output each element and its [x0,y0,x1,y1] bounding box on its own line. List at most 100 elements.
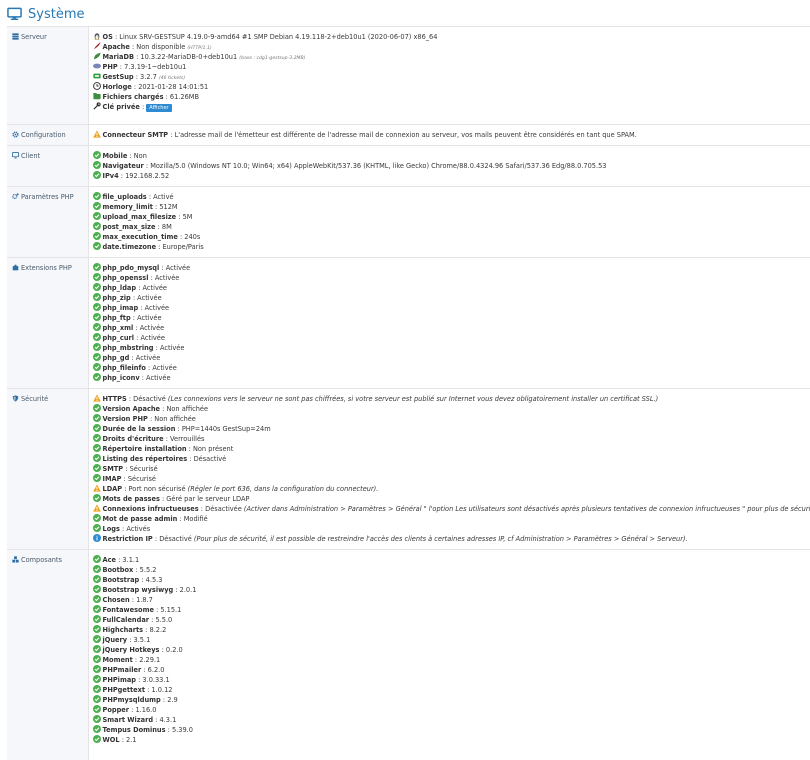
row-serveur: Serveur OS : Linux SRV-GESTSUP 4.19.0-9-… [7,27,810,125]
info-key: PHP [103,63,118,71]
info-line: Mot de passe admin : Modifié [93,514,810,524]
info-value: 3.0.33.1 [142,676,169,684]
check-circle-icon [93,695,101,703]
info-value: 6.2.0 [148,666,165,674]
info-value: 8M [162,223,172,231]
row-securite: Sécurité HTTPS : Désactivé (Les connexio… [7,389,810,550]
info-line: jQuery : 3.5.1 [93,635,810,645]
info-key: Listing des répertoires [103,455,188,463]
info-line: php_mbstring : Activée [93,343,810,353]
info-line: memory_limit : 512M [93,202,810,212]
info-key: php_xml [103,324,134,332]
info-value: 8.2.2 [150,626,167,634]
info-key: memory_limit [103,203,153,211]
check-circle-icon [93,635,101,643]
info-value: Linux SRV-GESTSUP 4.19.0-9-amd64 #1 SMP … [119,33,437,41]
info-line: php_pdo_mysql : Activée [93,263,810,273]
info-line: file_uploads : Activé [93,192,810,202]
info-value: 5M [183,213,193,221]
info-line: GestSup : 3.2.7 (46 tickets) [93,72,810,82]
info-line: Navigateur : Mozilla/5.0 (Windows NT 10.… [93,161,810,171]
info-key: PHPimap [103,676,136,684]
info-value: Sécurisé [130,465,158,473]
info-key: Highcharts [103,626,144,634]
info-key: Horloge [103,83,132,91]
check-circle-icon [93,303,101,311]
info-key: Clé privée [103,103,140,111]
row-client: Client Mobile : NonNavigateur : Mozilla/… [7,146,810,187]
info-value: 2.9 [167,696,178,704]
info-line: Highcharts : 8.2.2 [93,625,810,635]
info-value: Désactivé [133,395,166,403]
check-circle-icon [93,373,101,381]
info-key: upload_max_filesize [103,213,177,221]
warning-icon [93,130,101,138]
check-circle-icon [93,585,101,593]
info-value: Non [134,152,147,160]
check-circle-icon [93,735,101,743]
section-content-client: Mobile : NonNavigateur : Mozilla/5.0 (Wi… [88,146,810,187]
info-key: php_openssl [103,274,149,282]
info-value: Désactivée [205,505,242,513]
info-value: Activée [160,344,184,352]
info-value: Activée [143,284,167,292]
info-line: Bootbox : 5.5.2 [93,565,810,575]
info-value: L'adresse mail de l'émetteur est différe… [175,131,637,139]
section-label-parametres-php: Paramètres PHP [7,187,88,258]
info-key: FullCalendar [103,616,150,624]
info-key: php_pdo_mysql [103,264,160,272]
feather-icon [93,42,101,50]
info-line: Restriction IP : Désactivé (Pour plus de… [93,534,810,544]
info-note: (Régler le port 636, dans la configurati… [188,485,379,493]
info-key: IPv4 [103,172,119,180]
section-label-client: Client [7,146,88,187]
info-line: PHP : 7.3.19-1~deb10u1 [93,62,810,72]
info-line: Droits d'écriture : Verrouillés [93,434,810,444]
info-key: php_curl [103,334,135,342]
server-icon [12,33,19,40]
info-line: max_execution_time : 240s [93,232,810,242]
info-value: 1.16.0 [135,706,156,714]
info-value: 240s [184,233,200,241]
check-circle-icon [93,605,101,613]
linux-icon [93,32,101,40]
check-circle-icon [93,323,101,331]
info-line: php_iconv : Activée [93,373,810,383]
info-value: 3.5.1 [134,636,151,644]
check-circle-icon [93,192,101,200]
info-value: Géré par le serveur LDAP [166,495,249,503]
check-circle-icon [93,283,101,291]
info-key: Répertoire installation [103,445,187,453]
info-line: MariaDB : 10.3.22-MariaDB-0+deb10u1 (bas… [93,52,810,62]
info-key: PHPmailer [103,666,142,674]
info-value: Activée [145,304,169,312]
check-circle-icon [93,273,101,281]
info-key: HTTPS [103,395,127,403]
info-line: Durée de la session : PHP=1440s GestSup=… [93,424,810,434]
check-circle-icon [93,474,101,482]
files-icon [93,92,101,100]
info-key: php_ldap [103,284,137,292]
info-key: Durée de la session [103,425,176,433]
desktop-icon [12,152,19,159]
check-circle-icon [93,675,101,683]
info-key: OS [103,33,113,41]
check-circle-icon [93,524,101,532]
info-line: PHPmysqldump : 2.9 [93,695,810,705]
check-circle-icon [93,333,101,341]
info-line: FullCalendar : 5.5.0 [93,615,810,625]
section-content-extensions-php: php_pdo_mysql : Activéephp_openssl : Act… [88,258,810,389]
check-circle-icon [93,313,101,321]
check-circle-icon [93,464,101,472]
show-private-key-button[interactable]: Afficher [146,104,171,112]
info-line: Logs : Activés [93,524,810,534]
info-key: LDAP [103,485,123,493]
info-key: file_uploads [103,193,147,201]
check-circle-icon [93,655,101,663]
info-value: 2.1 [126,736,137,744]
check-circle-icon [93,595,101,603]
info-line: php_ftp : Activée [93,313,810,323]
check-circle-icon [93,353,101,361]
check-circle-icon [93,212,101,220]
info-value: Verrouillés [170,435,204,443]
